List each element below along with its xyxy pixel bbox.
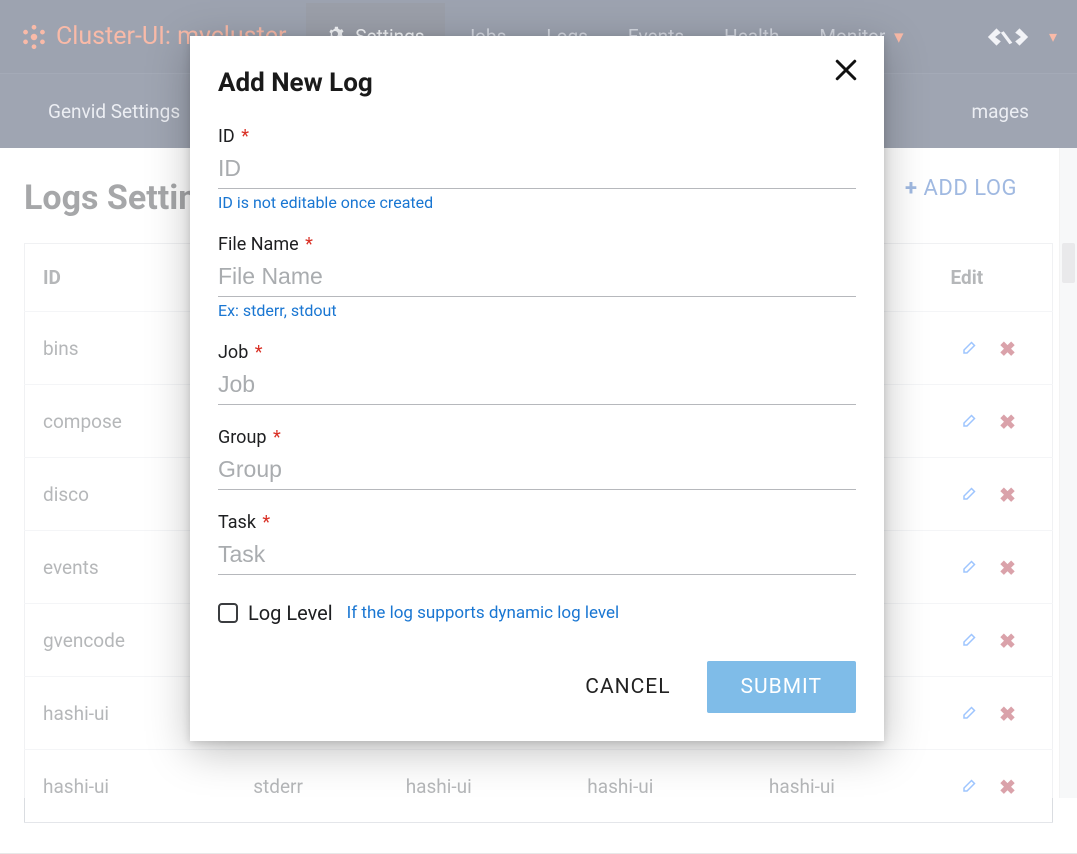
job-input[interactable] [218,367,856,405]
field-job: Job * [218,342,856,405]
field-task-label: Task * [218,512,856,533]
add-log-modal: Add New Log ID * ID is not editable once… [190,36,884,741]
field-id-hint: ID is not editable once created [218,193,856,212]
field-filename-hint: Ex: stderr, stdout [218,301,856,320]
filename-input[interactable] [218,259,856,297]
group-input[interactable] [218,452,856,490]
modal-actions: CANCEL SUBMIT [218,661,856,713]
field-task: Task * [218,512,856,575]
field-id: ID * ID is not editable once created [218,126,856,212]
close-icon[interactable] [826,50,866,90]
task-input[interactable] [218,537,856,575]
id-input[interactable] [218,151,856,189]
field-group: Group * [218,427,856,490]
field-job-label: Job * [218,342,856,363]
loglevel-hint: If the log supports dynamic log level [347,603,620,623]
cancel-button[interactable]: CANCEL [575,663,680,711]
loglevel-label: Log Level [248,601,333,625]
submit-button[interactable]: SUBMIT [707,661,856,713]
field-filename: File Name * Ex: stderr, stdout [218,234,856,320]
modal-title: Add New Log [218,68,856,98]
field-id-label: ID * [218,126,856,147]
field-loglevel: Log Level If the log supports dynamic lo… [218,601,856,625]
field-group-label: Group * [218,427,856,448]
field-filename-label: File Name * [218,234,856,255]
loglevel-checkbox[interactable] [218,603,238,623]
